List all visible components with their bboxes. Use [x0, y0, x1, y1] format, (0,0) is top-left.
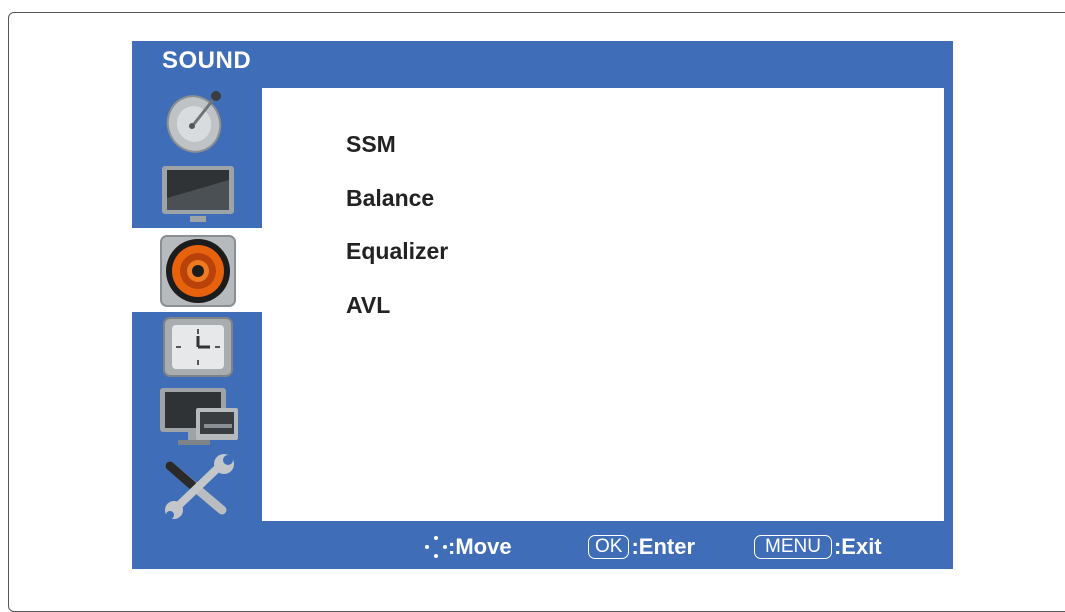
- category-sidebar: [132, 88, 262, 521]
- sidebar-item-picture[interactable]: [132, 158, 262, 228]
- menu-title: SOUND: [162, 47, 252, 74]
- speaker-icon: [160, 235, 236, 307]
- sidebar-item-channel[interactable]: [132, 88, 262, 158]
- picture-tv-icon: [162, 166, 234, 222]
- exit-label: :Exit: [833, 534, 882, 559]
- menu-item-balance[interactable]: Balance: [346, 185, 434, 212]
- menu-key: MENU: [754, 535, 832, 559]
- satellite-dish-icon: [166, 91, 222, 153]
- clock-icon: [163, 317, 233, 377]
- osd-menu-window: SOUND SSM Balance Equalizer AVL:Move OK…: [132, 41, 953, 569]
- menu-item-ssm[interactable]: SSM: [346, 131, 396, 158]
- sidebar-item-time[interactable]: [132, 312, 262, 382]
- enter-label: :Enter: [631, 534, 696, 559]
- menu-item-avl[interactable]: AVL: [346, 292, 390, 319]
- exit-hint: MENU :Exit: [754, 534, 882, 560]
- menu-content-panel: SSM Balance Equalizer AVL: [262, 88, 944, 521]
- pc-monitor-icon: [160, 388, 238, 445]
- tools-icon: [165, 454, 234, 519]
- sidebar-item-sound[interactable]: [132, 228, 262, 312]
- footer-hints: :Move OK :Enter MENU :Exit: [132, 525, 953, 569]
- sidebar-item-setup[interactable]: [132, 452, 262, 522]
- menu-item-equalizer[interactable]: Equalizer: [346, 238, 448, 265]
- ok-key: OK: [588, 535, 630, 559]
- enter-hint: OK :Enter: [588, 534, 695, 560]
- sidebar-item-pc[interactable]: [132, 382, 262, 452]
- move-hint: :Move: [424, 534, 512, 560]
- arrow-keys-icon: [425, 536, 447, 558]
- move-label: :Move: [448, 534, 512, 559]
